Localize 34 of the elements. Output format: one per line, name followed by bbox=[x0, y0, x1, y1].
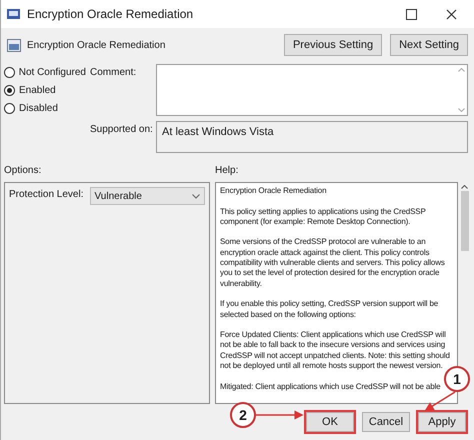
radio-label[interactable]: Disabled bbox=[19, 103, 58, 114]
callout-arrow bbox=[424, 391, 456, 411]
help-label: Help: bbox=[215, 165, 240, 176]
dialog-button[interactable]: Cancel bbox=[362, 412, 410, 432]
help-paragraph: This policy setting applies to applications using the CredSSP component (for example: Remote Desktop Connection). bbox=[220, 206, 426, 228]
help-paragraph: Some versions of the CredSSP protocol are vulnerable to an encryption oracle attack against the client. This policy controls compatibility with vulnerable clients and servers. This policy allows you to set the level of protection desired for the encryption oracle vulnerability. bbox=[220, 237, 446, 289]
protection-level-label: Protection Level: bbox=[9, 188, 84, 200]
close-icon[interactable] bbox=[446, 8, 456, 20]
radio-button[interactable] bbox=[4, 103, 15, 114]
app-icon bbox=[7, 8, 21, 20]
nav-button[interactable]: Next Setting bbox=[390, 34, 468, 56]
help-paragraph: If you enable this policy setting, CredSSP version support will be selected based on the following options: bbox=[220, 299, 440, 320]
options-label: Options: bbox=[4, 165, 42, 176]
setting-name: Encryption Oracle Remediation bbox=[27, 40, 166, 50]
callout-arrow bbox=[256, 410, 304, 420]
window-title: Encryption Oracle Remediation bbox=[27, 7, 194, 21]
help-paragraph: Mitigated: Client applications which use CredSSP will not be able bbox=[220, 382, 442, 392]
nav-button[interactable]: Previous Setting bbox=[284, 34, 382, 56]
radio-label[interactable]: Not Configured bbox=[18, 67, 86, 78]
scroll-up-icon[interactable] bbox=[461, 185, 468, 189]
radio-label[interactable]: Enabled bbox=[19, 85, 56, 96]
radio-button[interactable] bbox=[4, 85, 15, 96]
comment-label: Comment: bbox=[90, 66, 138, 80]
radio-button[interactable] bbox=[4, 67, 15, 78]
policy-icon bbox=[7, 38, 21, 52]
dialog-button[interactable]: Apply bbox=[418, 412, 466, 432]
scrollbar-thumb[interactable] bbox=[460, 191, 468, 251]
chevron-icon bbox=[192, 194, 200, 198]
supported-label: Supported on: bbox=[90, 123, 152, 137]
protection-level-dropdown[interactable]: Vulnerable bbox=[90, 187, 205, 205]
supported-value: At least Windows Vista bbox=[161, 125, 275, 140]
maximize-icon[interactable] bbox=[406, 8, 416, 20]
dialog-button[interactable]: OK bbox=[306, 412, 354, 432]
help-paragraph: Encryption Oracle Remediation bbox=[220, 186, 328, 196]
